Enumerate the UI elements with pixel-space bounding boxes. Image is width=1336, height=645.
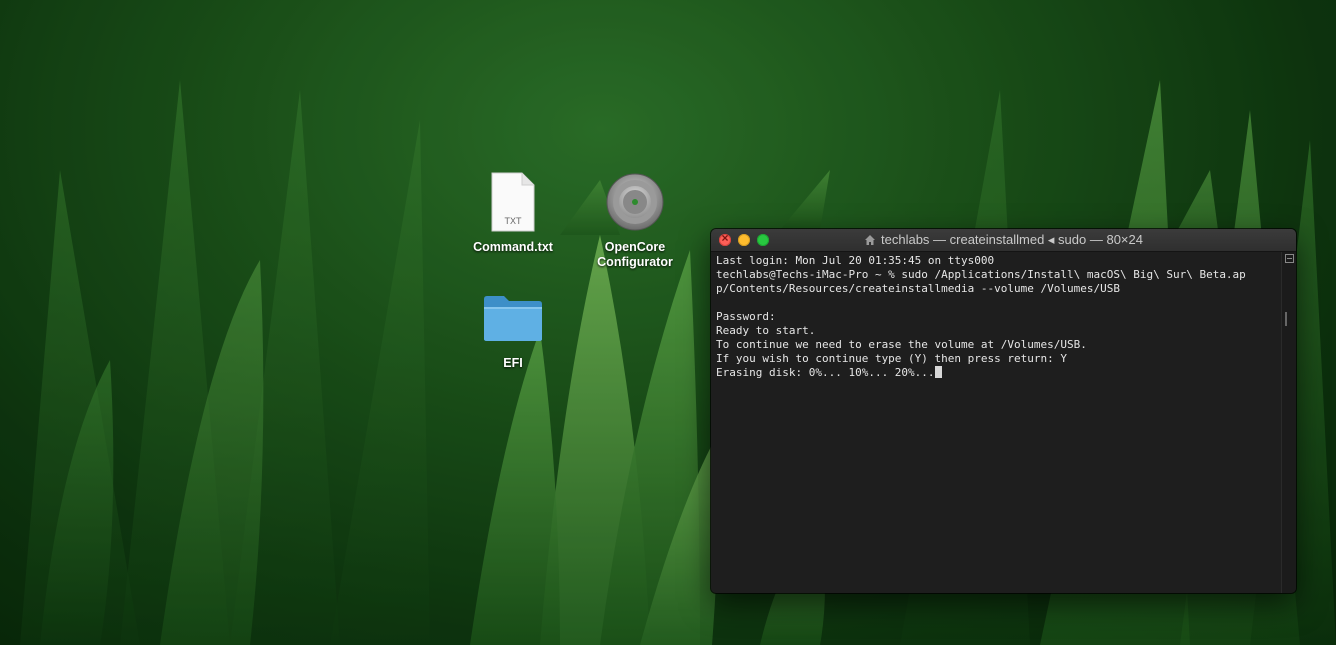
terminal-line: p/Contents/Resources/createinstallmedia … [716,282,1120,295]
folder-icon [481,286,545,350]
desktop-icon-opencore-configurator[interactable]: OpenCore Configurator [580,170,690,270]
terminal-output[interactable]: Last login: Mon Jul 20 01:35:45 on ttys0… [711,252,1282,593]
desktop-icon-efi-folder[interactable]: EFI [458,286,568,371]
desktop-icon-label: EFI [503,356,523,370]
opencore-app-icon [603,170,667,234]
terminal-line: Ready to start. [716,324,816,337]
close-button[interactable] [719,231,731,246]
terminal-line: To continue we need to erase the volume … [716,338,1087,351]
scroll-thumb[interactable] [1285,312,1287,326]
terminal-window[interactable]: techlabs — createinstallmed ◂ sudo — 80×… [711,229,1296,593]
file-type-badge: TXT [505,216,523,226]
terminal-last-line: Erasing disk: 0%... 10%... 20%... [716,366,1277,380]
window-title: techlabs — createinstallmed ◂ sudo — 80×… [881,232,1143,247]
home-icon [865,235,875,245]
minimize-button[interactable] [738,234,750,246]
desktop-icon-label: OpenCore Configurator [597,240,673,269]
maximize-button[interactable] [757,234,769,246]
desktop: TXT Command.txt OpenCore Configurator EF… [0,0,1336,645]
window-titlebar[interactable]: techlabs — createinstallmed ◂ sudo — 80×… [711,229,1296,252]
terminal-line: Erasing disk: 0%... 10%... 20%... [716,366,935,379]
text-cursor [934,366,942,378]
terminal-line: Last login: Mon Jul 20 01:35:45 on ttys0… [716,254,995,267]
terminal-line: Password: [716,310,776,323]
text-file-icon: TXT [481,170,545,234]
vertical-scrollbar[interactable] [1281,252,1296,593]
desktop-icon-command-txt[interactable]: TXT Command.txt [458,170,568,255]
desktop-icon-label: Command.txt [473,240,553,254]
terminal-line: If you wish to continue type (Y) then pr… [716,352,1067,365]
terminal-line: techlabs@Techs-iMac-Pro ~ % sudo /Applic… [716,268,1246,281]
split-pane-icon[interactable] [1285,254,1294,263]
